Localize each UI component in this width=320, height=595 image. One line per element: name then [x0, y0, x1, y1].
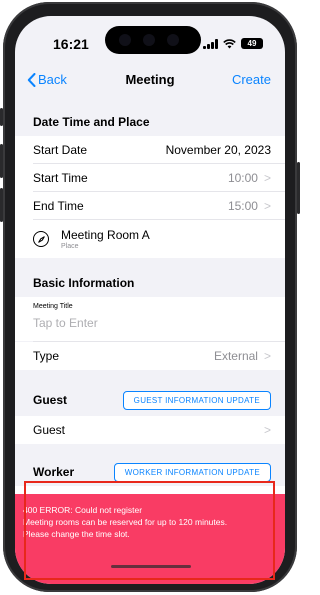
mute-switch [0, 108, 3, 126]
volume-up-button [0, 144, 3, 178]
start-time-label: Start Time [33, 171, 88, 185]
start-date-row[interactable]: Start Date November 20, 2023 [15, 136, 285, 164]
place-caption: Place [61, 243, 79, 250]
battery-icon: 49 [241, 38, 263, 49]
camera-dot-icon [143, 34, 155, 46]
chevron-right-icon: > [263, 199, 271, 213]
meeting-title-input[interactable]: Tap to Enter [33, 316, 271, 330]
error-hint: Please change the time slot. [23, 529, 130, 539]
start-time-value-wrap: 10:00 > [228, 171, 271, 185]
start-date-value: November 20, 2023 [165, 143, 271, 157]
wifi-icon [223, 38, 236, 48]
camera-dot-icon [167, 34, 179, 46]
place-text: Meeting Room A Place [61, 228, 150, 250]
end-time-label: End Time [33, 199, 84, 213]
place-value: Meeting Room A [61, 228, 150, 242]
status-bar: 16:21 49 [15, 16, 285, 62]
navigation-bar: Back Meeting Create [15, 66, 285, 96]
end-time-value-wrap: 15:00 > [228, 199, 271, 213]
volume-down-button [0, 188, 3, 222]
start-date-label: Start Date [33, 143, 88, 157]
power-button [297, 162, 300, 214]
end-time-row[interactable]: End Time 15:00 > [15, 192, 285, 220]
guest-info-update-button[interactable]: GUEST INFORMATION UPDATE [122, 390, 271, 410]
guest-value-wrap: > [264, 423, 271, 437]
type-row[interactable]: Type External > [15, 342, 285, 370]
guest-section-header: Guest GUEST INFORMATION UPDATE [15, 385, 285, 415]
chevron-right-icon: > [263, 349, 271, 363]
worker-info-update-button[interactable]: WORKER INFORMATION UPDATE [113, 462, 271, 482]
signal-icon [203, 38, 218, 49]
chevron-right-icon: > [263, 171, 271, 185]
meeting-title-label: Meeting Title [33, 303, 73, 310]
camera-dot-icon [119, 34, 131, 46]
create-button[interactable]: Create [232, 72, 271, 87]
guest-header: Guest [33, 393, 68, 407]
status-time: 16:21 [53, 36, 89, 52]
worker-section-header: Worker WORKER INFORMATION UPDATE [15, 457, 285, 487]
type-value: External [213, 349, 258, 363]
error-title: 400 ERROR: Could not register [23, 505, 143, 515]
start-time-row[interactable]: Start Time 10:00 > [15, 164, 285, 192]
screen: 16:21 49 Back Meeting Create Date Time a… [15, 16, 285, 584]
type-value-wrap: External > [214, 349, 271, 363]
chevron-right-icon: > [263, 423, 271, 437]
dynamic-island [105, 26, 201, 54]
error-toast[interactable]: 400 ERROR: Could not register Meeting ro… [15, 486, 285, 584]
phone-frame: 16:21 49 Back Meeting Create Date Time a… [0, 2, 300, 592]
section-header-datetime: Date Time and Place [33, 115, 150, 129]
end-time-value: 15:00 [227, 199, 258, 213]
meeting-title-field[interactable]: Meeting Title Tap to Enter [15, 297, 285, 341]
start-time-value: 10:00 [227, 171, 258, 185]
toast-top-strip [15, 486, 285, 494]
type-label: Type [33, 349, 60, 363]
status-icons: 49 [203, 38, 263, 49]
guest-row[interactable]: Guest > [15, 416, 285, 444]
worker-header: Worker [33, 465, 75, 479]
home-indicator [111, 565, 191, 568]
guest-label: Guest [33, 423, 66, 437]
error-detail: Meeting rooms can be reserved for up to … [23, 517, 228, 527]
section-header-basic: Basic Information [33, 276, 135, 290]
place-row[interactable]: Meeting Room A Place [15, 220, 285, 258]
compass-icon [33, 231, 49, 247]
